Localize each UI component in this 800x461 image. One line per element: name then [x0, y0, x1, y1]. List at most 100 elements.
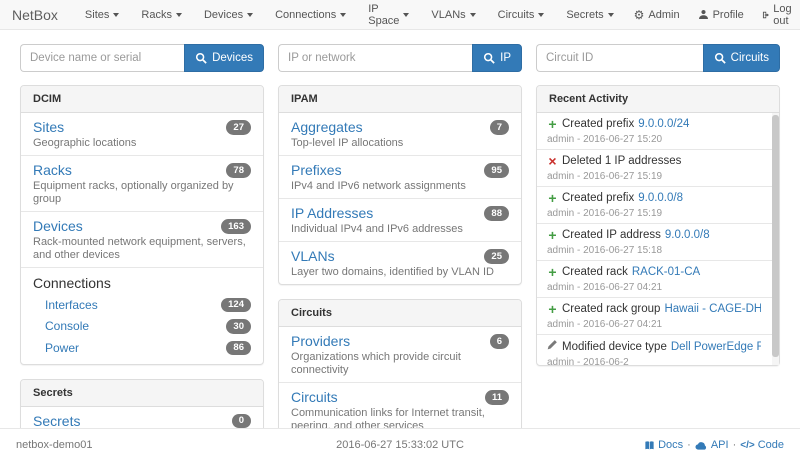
api-link[interactable]: API	[695, 439, 729, 451]
dcim-item-racks: Racks 78 Equipment racks, optionally orga…	[21, 156, 263, 212]
activity-action: Created IP address	[562, 228, 661, 243]
column-ipam: IPAM Aggregates7 Top-level IP allocation…	[278, 85, 522, 453]
activity-target-link[interactable]: 9.0.0.0/8	[638, 191, 683, 206]
prefixes-link[interactable]: Prefixes	[291, 162, 342, 179]
nav-item-devices[interactable]: Devices	[193, 0, 264, 30]
gear-icon: ⚙	[634, 9, 645, 21]
providers-link[interactable]: Providers	[291, 333, 350, 350]
caret-down-icon	[176, 13, 182, 17]
activity-meta: admin - 2016-06-27 15:19	[547, 208, 761, 219]
dcim-item-sites: Sites27 Geographic locations	[21, 113, 263, 156]
nav-label: Profile	[713, 9, 744, 21]
code-link[interactable]: </> Code	[740, 439, 784, 451]
link-label: API	[711, 439, 729, 451]
device-search-button[interactable]: Devices	[184, 44, 264, 72]
activity-action: Created rack group	[562, 302, 660, 317]
activity-item: ×Deleted 1 IP addresses admin - 2016-06-…	[537, 150, 779, 187]
circuit-search-button[interactable]: Circuits	[703, 44, 780, 72]
racks-count-badge: 78	[226, 163, 251, 178]
secrets-link[interactable]: Secrets	[33, 413, 80, 430]
activity-item: +Created IP address9.0.0.0/8 admin - 201…	[537, 224, 779, 261]
panel-circuits: Circuits Providers6 Organizations which …	[278, 299, 522, 439]
plus-icon: +	[547, 228, 558, 243]
activity-target-link[interactable]: Hawaii - CAGE-DH1-01	[664, 302, 761, 317]
circuits-count-badge: 11	[485, 390, 509, 405]
panel-title: Circuits	[279, 300, 521, 327]
connections-title: Connections	[33, 275, 251, 292]
nav-item-connections[interactable]: Connections	[264, 0, 357, 30]
dcim-item-devices: Devices163 Rack-mounted network equipmen…	[21, 212, 263, 268]
activity-action: Created prefix	[562, 191, 634, 206]
activity-item: +Created rack groupHawaii - CAGE-DH1-01 …	[537, 298, 779, 335]
user-menu: ⚙Admin Profile Log out	[625, 0, 800, 30]
activity-meta: admin - 2016-06-27 04:21	[547, 319, 761, 330]
sites-link[interactable]: Sites	[33, 119, 64, 136]
nav-item-circuits[interactable]: Circuits	[487, 0, 556, 30]
panel-title: Recent Activity	[537, 86, 779, 113]
power-link[interactable]: Power	[45, 341, 79, 355]
racks-desc: Equipment racks, optionally organized by…	[33, 180, 251, 206]
ip-addresses-count-badge: 88	[484, 206, 509, 221]
activity-meta: admin - 2016-06-27 15:19	[547, 171, 761, 182]
activity-target-link[interactable]: RACK-01-CA	[632, 265, 700, 280]
activity-target-link[interactable]: 9.0.0.0/8	[665, 228, 710, 243]
activity-meta: admin - 2016-06-2	[547, 357, 761, 365]
activity-target-link[interactable]: Dell PowerEdge R630	[671, 340, 761, 355]
scrollbar-track[interactable]	[772, 113, 779, 365]
nav-item-admin[interactable]: ⚙Admin	[625, 0, 689, 30]
netbox-app: NetBox Sites Racks Devices Connections I…	[0, 0, 800, 461]
nav-label: Log out	[773, 3, 796, 27]
nav-item-logout[interactable]: Log out	[753, 0, 800, 30]
racks-link[interactable]: Racks	[33, 162, 72, 179]
connections-row-power: Power 86	[33, 337, 251, 359]
caret-down-icon	[403, 13, 409, 17]
prefixes-desc: IPv4 and IPv6 network assignments	[291, 180, 509, 193]
circuit-search-input[interactable]	[536, 44, 703, 72]
nav-label: IP Space	[368, 3, 399, 27]
aggregates-link[interactable]: Aggregates	[291, 119, 363, 136]
providers-desc: Organizations which provide circuit conn…	[291, 351, 509, 377]
caret-down-icon	[247, 13, 253, 17]
column-dcim: DCIM Sites27 Geographic locations Racks 7…	[20, 85, 264, 461]
brand[interactable]: NetBox	[12, 7, 58, 23]
logout-icon	[762, 9, 769, 21]
activity-target-link[interactable]: 9.0.0.0/24	[638, 117, 689, 132]
nav-item-secrets[interactable]: Secrets	[555, 0, 624, 30]
hostname: netbox-demo01	[16, 439, 92, 451]
prefixes-count-badge: 95	[484, 163, 509, 178]
panel-title: DCIM	[21, 86, 263, 113]
link-label: Code	[758, 439, 784, 451]
console-link[interactable]: Console	[45, 319, 89, 333]
search-row: Devices IP Circuits	[0, 30, 800, 72]
connections-row-console: Console 30	[33, 316, 251, 338]
nav-item-ip-space[interactable]: IP Space	[357, 0, 420, 30]
nav-label: Circuits	[498, 9, 535, 21]
docs-link[interactable]: Docs	[644, 439, 683, 451]
dashboard-columns: DCIM Sites27 Geographic locations Racks 7…	[0, 72, 800, 461]
button-label: IP	[500, 52, 511, 64]
dcim-item-connections: Connections Interfaces 124 Console 30 Po…	[21, 268, 263, 364]
caret-down-icon	[340, 13, 346, 17]
nav-label: Secrets	[566, 9, 603, 21]
console-count-badge: 30	[226, 319, 251, 334]
nav-item-sites[interactable]: Sites	[74, 0, 130, 30]
book-icon	[644, 440, 655, 451]
aggregates-count-badge: 7	[490, 120, 509, 135]
scrollbar-thumb[interactable]	[772, 115, 779, 357]
ip-search-button[interactable]: IP	[472, 44, 522, 72]
devices-link[interactable]: Devices	[33, 218, 83, 235]
devices-desc: Rack-mounted network equipment, servers,…	[33, 236, 251, 262]
circuits-link[interactable]: Circuits	[291, 389, 338, 406]
ip-addresses-link[interactable]: IP Addresses	[291, 205, 373, 222]
ip-search-input[interactable]	[278, 44, 472, 72]
nav-item-profile[interactable]: Profile	[689, 0, 753, 30]
nav-item-racks[interactable]: Racks	[130, 0, 193, 30]
device-search-input[interactable]	[20, 44, 184, 72]
vlans-link[interactable]: VLANs	[291, 248, 335, 265]
nav-item-vlans[interactable]: VLANs	[420, 0, 486, 30]
interfaces-link[interactable]: Interfaces	[45, 298, 98, 312]
activity-item: +Created rackRACK-01-CA admin - 2016-06-…	[537, 261, 779, 298]
panel-title: IPAM	[279, 86, 521, 113]
activity-item: Modified device typeDell PowerEdge R630 …	[537, 335, 779, 365]
activity-action: Modified device type	[562, 340, 667, 355]
